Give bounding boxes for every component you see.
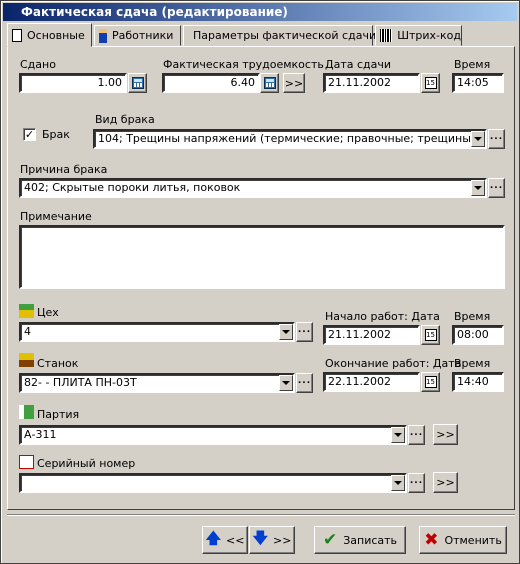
sdano-field[interactable]: 1.00 bbox=[19, 73, 127, 93]
ceh-field[interactable]: 4 bbox=[19, 322, 295, 342]
prev-label: << bbox=[225, 533, 245, 547]
start-label: Начало работ: Дата bbox=[325, 310, 440, 323]
chevron-down-icon[interactable] bbox=[471, 131, 485, 147]
vid-braka-field[interactable]: 104; Трещины напряжений (термические; пр… bbox=[93, 129, 487, 149]
window-title: Фактическая сдача (редактирование) bbox=[21, 5, 288, 19]
machine-icon bbox=[19, 353, 34, 367]
calendar-icon: 15 bbox=[424, 376, 437, 388]
trud-field[interactable]: 6.40 bbox=[162, 73, 260, 93]
calc-button[interactable] bbox=[128, 73, 147, 93]
partiya-more-button[interactable]: >> bbox=[433, 424, 458, 445]
ceh-label: Цех bbox=[37, 306, 59, 319]
end-time-field[interactable]: 14:40 bbox=[452, 372, 504, 392]
tab-workers[interactable]: Работники bbox=[94, 25, 181, 46]
barcode-icon bbox=[380, 29, 393, 42]
serial-more-button[interactable]: >> bbox=[433, 472, 458, 493]
next-label: >> bbox=[272, 533, 292, 547]
workshop-icon bbox=[19, 304, 34, 318]
next-button[interactable]: 🡇 >> bbox=[249, 526, 295, 554]
start-time-field[interactable]: 08:00 bbox=[452, 325, 504, 345]
batch-icon bbox=[19, 405, 34, 419]
tab-barcode[interactable]: Штрих-код bbox=[375, 25, 462, 46]
start-date-field[interactable]: 21.11.2002 bbox=[323, 325, 420, 345]
serial-label: Серийный номер bbox=[37, 457, 136, 470]
chevron-down-icon[interactable] bbox=[471, 180, 485, 196]
partiya-lookup-button[interactable]: ... bbox=[408, 425, 425, 445]
date-field[interactable]: 21.11.2002 bbox=[323, 73, 420, 93]
chevron-down-icon[interactable] bbox=[279, 375, 293, 391]
serial-field[interactable] bbox=[19, 473, 407, 493]
document-icon bbox=[12, 28, 22, 42]
tab-label: Штрих-код bbox=[397, 29, 461, 42]
tab-label: Параметры фактической сдачи bbox=[193, 29, 377, 42]
tab-label: Работники bbox=[112, 29, 174, 42]
arrow-up-icon: 🡅 bbox=[205, 528, 221, 547]
title-bar: Фактическая сдача (редактирование) bbox=[3, 3, 517, 21]
prichina-field[interactable]: 402; Скрытые пороки литья, поковок bbox=[19, 178, 487, 198]
calendar-button[interactable]: 15 bbox=[421, 372, 440, 392]
calendar-icon: 15 bbox=[424, 329, 437, 341]
vid-braka-label: Вид брака bbox=[95, 113, 155, 126]
brak-label: Брак bbox=[42, 128, 70, 141]
ceh-lookup-button[interactable]: ... bbox=[296, 322, 313, 342]
end-label: Окончание работ: Дата bbox=[325, 357, 462, 370]
save-label: Записать bbox=[343, 533, 398, 547]
brak-checkbox[interactable]: ✓ bbox=[23, 128, 36, 141]
calc-button[interactable] bbox=[260, 73, 279, 93]
partiya-label: Партия bbox=[37, 408, 80, 421]
trud-label: Фактическая трудоемкость bbox=[163, 58, 324, 71]
prichina-lookup-button[interactable]: ... bbox=[488, 178, 505, 198]
dialog-window: Фактическая сдача (редактирование) Основ… bbox=[0, 0, 520, 564]
cancel-button[interactable]: ✖ Отменить bbox=[419, 526, 507, 554]
calendar-button[interactable]: 15 bbox=[421, 325, 440, 345]
sdano-label: Сдано bbox=[20, 58, 56, 71]
start-time-label: Время bbox=[454, 310, 491, 323]
partiya-field[interactable]: А-311 bbox=[19, 425, 407, 445]
calculator-icon bbox=[263, 77, 276, 89]
save-button[interactable]: ✔ Записать bbox=[314, 526, 406, 554]
cancel-label: Отменить bbox=[444, 533, 502, 547]
chevron-down-icon[interactable] bbox=[391, 427, 405, 443]
prichina-label: Причина брака bbox=[20, 163, 108, 176]
tab-label: Основные bbox=[27, 28, 85, 42]
tab-parameters[interactable]: Параметры фактической сдачи bbox=[183, 25, 377, 46]
note-textarea[interactable] bbox=[19, 225, 505, 289]
vid-braka-lookup-button[interactable]: ... bbox=[488, 129, 505, 149]
worker-icon bbox=[99, 28, 107, 43]
end-time-label: Время bbox=[454, 357, 491, 370]
prev-button[interactable]: 🡅 << bbox=[202, 526, 248, 554]
separator bbox=[7, 514, 515, 516]
stanok-field[interactable]: 82- - ПЛИТА ПН-03Т bbox=[19, 373, 295, 393]
stanok-label: Станок bbox=[37, 357, 79, 370]
end-date-field[interactable]: 22.11.2002 bbox=[323, 372, 420, 392]
chevron-down-icon[interactable] bbox=[279, 324, 293, 340]
time-label: Время bbox=[454, 58, 491, 71]
time-field[interactable]: 14:05 bbox=[452, 73, 504, 93]
calendar-button[interactable]: 15 bbox=[421, 73, 440, 93]
calendar-icon: 15 bbox=[424, 77, 437, 89]
calculator-icon bbox=[131, 77, 144, 89]
serial-number-icon bbox=[19, 455, 34, 469]
stanok-lookup-button[interactable]: ... bbox=[296, 373, 313, 393]
serial-lookup-button[interactable]: ... bbox=[408, 473, 425, 493]
note-label: Примечание bbox=[20, 210, 92, 223]
close-icon: ✖ bbox=[424, 530, 439, 550]
tab-main[interactable]: Основные bbox=[7, 23, 92, 47]
checkmark-icon: ✔ bbox=[322, 530, 338, 550]
arrow-down-icon: 🡇 bbox=[252, 528, 268, 547]
chevron-down-icon[interactable] bbox=[391, 475, 405, 491]
date-label: Дата сдачи bbox=[325, 58, 392, 71]
trud-more-button[interactable]: >> bbox=[283, 73, 305, 93]
